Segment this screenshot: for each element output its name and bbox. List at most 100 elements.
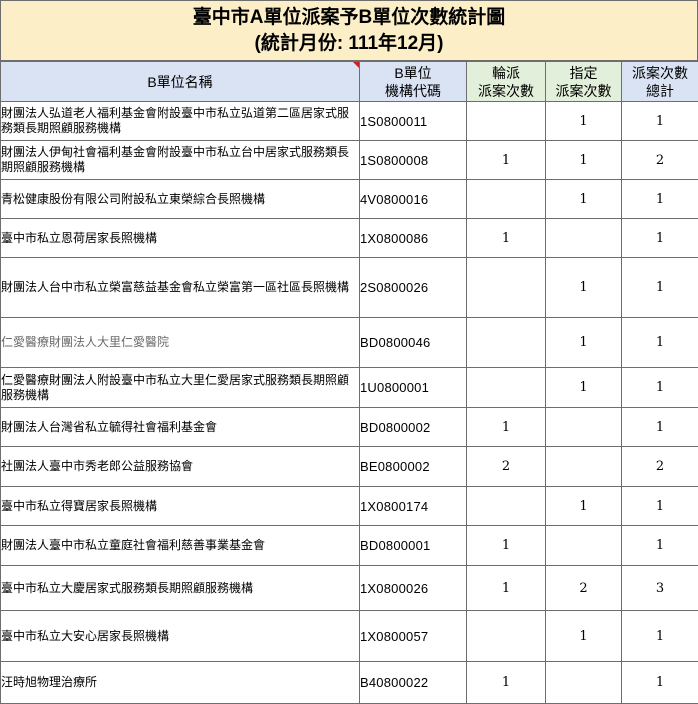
table-row: 財團法人台中市私立榮富慈益基金會私立榮富第一區社區長照機構 2S0800026 … — [0, 257, 698, 318]
header-rotation-line1: 輪派 — [492, 64, 520, 81]
cell-code[interactable]: BD0800001 — [359, 525, 467, 566]
cell-total[interactable]: 1 — [621, 525, 698, 566]
stats-table: B單位名稱 B單位 機構代碼 輪派 派案次數 指定 派案次數 派案次數 總計 財… — [0, 61, 698, 704]
cell-name[interactable]: 財團法人台中市私立榮富慈益基金會私立榮富第一區社區長照機構 — [0, 257, 360, 318]
cell-total[interactable]: 2 — [621, 446, 698, 487]
cell-name[interactable]: 仁愛醫療財團法人附設臺中市私立大里仁愛居家式服務類長期照顧服務機構 — [0, 367, 360, 408]
cell-rotation[interactable]: 1 — [466, 565, 546, 611]
cell-code[interactable]: BD0800002 — [359, 407, 467, 447]
cell-rotation[interactable] — [466, 610, 546, 662]
cell-rotation[interactable] — [466, 486, 546, 526]
table-row: 臺中市私立大慶居家式服務類長期照顧服務機構 1X0800026 1 2 3 — [0, 565, 698, 611]
cell-rotation[interactable] — [466, 257, 546, 318]
cell-assigned[interactable]: 1 — [545, 367, 622, 408]
cell-rotation[interactable]: 1 — [466, 407, 546, 447]
cell-rotation[interactable] — [466, 179, 546, 219]
header-assigned-line2: 派案次數 — [555, 82, 612, 99]
header-assigned-line1: 指定 — [569, 64, 598, 81]
header-code-line1: B單位 — [394, 64, 432, 81]
cell-total[interactable]: 1 — [621, 257, 698, 318]
table-row: 財團法人臺中市私立童庭社會福利慈善事業基金會 BD0800001 1 1 — [0, 525, 698, 566]
header-total[interactable]: 派案次數 總計 — [621, 61, 698, 102]
cell-name[interactable]: 財團法人臺中市私立童庭社會福利慈善事業基金會 — [0, 525, 360, 566]
table-row: 社團法人臺中市秀老郎公益服務協會 BE0800002 2 2 — [0, 446, 698, 487]
header-row: B單位名稱 B單位 機構代碼 輪派 派案次數 指定 派案次數 派案次數 總計 — [0, 61, 698, 102]
cell-code[interactable]: 4V0800016 — [359, 179, 467, 219]
header-assigned[interactable]: 指定 派案次數 — [545, 61, 622, 102]
cell-rotation[interactable] — [466, 317, 546, 368]
table-row: 財團法人台灣省私立毓得社會福利基金會 BD0800002 1 1 — [0, 407, 698, 447]
cell-total[interactable]: 1 — [621, 101, 698, 141]
table-row: 財團法人伊甸社會福利基金會附設臺中市私立台中居家式服務類長期照顧服務機構 1S0… — [0, 140, 698, 180]
cell-assigned[interactable] — [545, 525, 622, 566]
cell-code[interactable]: 1U0800001 — [359, 367, 467, 408]
cell-name[interactable]: 臺中市私立大慶居家式服務類長期照顧服務機構 — [0, 565, 360, 611]
header-rotation[interactable]: 輪派 派案次數 — [466, 61, 546, 102]
cell-total[interactable]: 1 — [621, 218, 698, 258]
cell-name[interactable]: 臺中市私立恩荷居家長照機構 — [0, 218, 360, 258]
cell-code[interactable]: 1X0800057 — [359, 610, 467, 662]
cell-code[interactable]: 1X0800174 — [359, 486, 467, 526]
cell-rotation[interactable]: 1 — [466, 525, 546, 566]
cell-name[interactable]: 財團法人伊甸社會福利基金會附設臺中市私立台中居家式服務類長期照顧服務機構 — [0, 140, 360, 180]
table-row: 仁愛醫療財團法人大里仁愛醫院 BD0800046 1 1 — [0, 317, 698, 368]
cell-total[interactable]: 2 — [621, 140, 698, 180]
cell-total[interactable]: 1 — [621, 661, 698, 704]
cell-assigned[interactable]: 1 — [545, 179, 622, 219]
cell-assigned[interactable]: 1 — [545, 610, 622, 662]
cell-total[interactable]: 1 — [621, 610, 698, 662]
cell-code[interactable]: BE0800002 — [359, 446, 467, 487]
cell-code[interactable]: 1S0800008 — [359, 140, 467, 180]
cell-assigned[interactable]: 1 — [545, 140, 622, 180]
cell-rotation[interactable]: 1 — [466, 218, 546, 258]
header-name-label: B單位名稱 — [147, 73, 213, 90]
header-code[interactable]: B單位 機構代碼 — [359, 61, 467, 102]
cell-name[interactable]: 臺中市私立大安心居家長照機構 — [0, 610, 360, 662]
cell-code[interactable]: 1X0800026 — [359, 565, 467, 611]
table-row: 青松健康股份有限公司附設私立東榮綜合長照機構 4V0800016 1 1 — [0, 179, 698, 219]
table-row: 臺中市私立大安心居家長照機構 1X0800057 1 1 — [0, 610, 698, 662]
cell-code[interactable]: 1X0800086 — [359, 218, 467, 258]
cell-code[interactable]: 1S0800011 — [359, 101, 467, 141]
header-name[interactable]: B單位名稱 — [0, 61, 360, 102]
cell-total[interactable]: 1 — [621, 317, 698, 368]
page-subtitle: (統計月份: 111年12月) — [254, 33, 444, 54]
title-block: 臺中市A單位派案予B單位次數統計圖 (統計月份: 111年12月) — [0, 0, 698, 61]
cell-total[interactable]: 1 — [621, 367, 698, 408]
cell-rotation[interactable] — [466, 367, 546, 408]
header-rotation-line2: 派案次數 — [478, 82, 534, 99]
cell-name[interactable]: 青松健康股份有限公司附設私立東榮綜合長照機構 — [0, 179, 360, 219]
cell-assigned[interactable]: 1 — [545, 257, 622, 318]
cell-total[interactable]: 3 — [621, 565, 698, 611]
cell-name[interactable]: 社團法人臺中市秀老郎公益服務協會 — [0, 446, 360, 487]
header-code-line2: 機構代碼 — [385, 82, 441, 99]
cell-assigned[interactable]: 2 — [545, 565, 622, 611]
cell-rotation[interactable] — [466, 101, 546, 141]
cell-rotation[interactable]: 2 — [466, 446, 546, 487]
cell-name[interactable]: 財團法人弘道老人福利基金會附設臺中市私立弘道第二區居家式服務類長期照顧服務機構 — [0, 101, 360, 141]
table-row: 臺中市私立得寶居家長照機構 1X0800174 1 1 — [0, 486, 698, 526]
cell-assigned[interactable] — [545, 661, 622, 704]
cell-assigned[interactable] — [545, 218, 622, 258]
cell-total[interactable]: 1 — [621, 179, 698, 219]
cell-name[interactable]: 仁愛醫療財團法人大里仁愛醫院 — [0, 317, 360, 368]
header-total-line1: 派案次數 — [632, 64, 688, 81]
cell-total[interactable]: 1 — [621, 407, 698, 447]
cell-rotation[interactable]: 1 — [466, 661, 546, 704]
cell-rotation[interactable]: 1 — [466, 140, 546, 180]
cell-assigned[interactable]: 1 — [545, 486, 622, 526]
cell-assigned[interactable] — [545, 407, 622, 447]
comment-indicator-icon[interactable] — [353, 62, 359, 68]
cell-name[interactable]: 汪時旭物理治療所 — [0, 661, 360, 704]
cell-code[interactable]: BD0800046 — [359, 317, 467, 368]
cell-code[interactable]: B40800022 — [359, 661, 467, 704]
cell-assigned[interactable] — [545, 446, 622, 487]
table-row: 財團法人弘道老人福利基金會附設臺中市私立弘道第二區居家式服務類長期照顧服務機構 … — [0, 101, 698, 141]
cell-name[interactable]: 臺中市私立得寶居家長照機構 — [0, 486, 360, 526]
cell-code[interactable]: 2S0800026 — [359, 257, 467, 318]
cell-name[interactable]: 財團法人台灣省私立毓得社會福利基金會 — [0, 407, 360, 447]
table-row: 仁愛醫療財團法人附設臺中市私立大里仁愛居家式服務類長期照顧服務機構 1U0800… — [0, 367, 698, 408]
cell-assigned[interactable]: 1 — [545, 317, 622, 368]
cell-assigned[interactable]: 1 — [545, 101, 622, 141]
cell-total[interactable]: 1 — [621, 486, 698, 526]
